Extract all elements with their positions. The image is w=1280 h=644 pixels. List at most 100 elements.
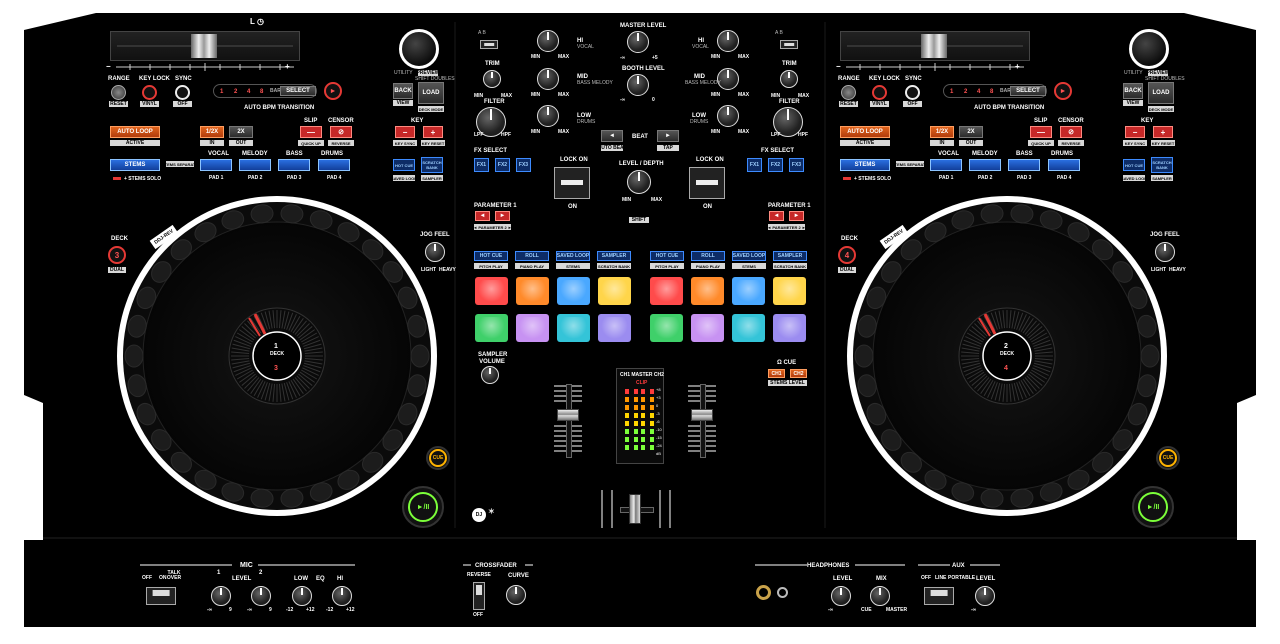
mode-saved-loop-right-button[interactable]: SAVED LOOP [732,251,766,261]
stem-vocal-button[interactable] [930,159,962,171]
fx3-right-button[interactable]: FX3 [789,158,804,172]
headphone-jack-large[interactable] [756,585,771,600]
tempo-slider[interactable] [921,34,947,58]
mic2-level-knob[interactable] [251,586,271,606]
beat-left-button[interactable]: ◄ [601,130,623,142]
performance-pad-16[interactable] [773,314,806,342]
stem-drums-button[interactable] [1048,159,1080,171]
mic-eq-hi-knob[interactable] [332,586,352,606]
shift-button[interactable]: SHIFT [629,217,649,223]
tempo-slider[interactable] [191,34,217,58]
lock-on-right-button[interactable] [689,167,725,199]
censor-button[interactable]: ⊘ [1060,126,1082,138]
back-button[interactable]: BACK [393,83,413,99]
param-left-plus-button[interactable]: ► [495,211,510,221]
ch2-mid-knob[interactable] [717,68,739,90]
cue-button[interactable]: CUE [429,449,447,467]
ch2-input-switch[interactable] [780,40,798,49]
scratch-bank-button[interactable]: SCRATCH BANK [1151,157,1173,173]
beat-num-1[interactable]: 1 [220,89,223,95]
beat-num-8[interactable]: 8 [990,89,993,95]
performance-pad-1[interactable] [475,277,508,305]
mode-sampler-left-button[interactable]: SAMPLER [597,251,631,261]
loop-double-button[interactable]: 2X [959,126,983,138]
beat-num-2[interactable]: 2 [234,89,237,95]
stem-drums-button[interactable] [318,159,350,171]
auto-loop-button[interactable]: AUTO LOOP [840,126,890,138]
key-lock-button[interactable] [872,85,887,100]
mode-roll-right-button[interactable]: ROLL [691,251,725,261]
hot-cue-side-button[interactable]: HOT CUE [1123,159,1145,171]
cf-curve-knob[interactable] [506,585,526,605]
ch2-hi-knob[interactable] [717,30,739,52]
slip-button[interactable]: — [1030,126,1052,138]
ch1-input-switch[interactable] [480,40,498,49]
mode-saved-loop-left-button[interactable]: SAVED LOOP [556,251,590,261]
range-button[interactable] [841,85,856,100]
aux-level-knob[interactable] [975,586,995,606]
master-level-knob[interactable] [627,31,649,53]
stems-button[interactable]: STEMS [110,159,160,171]
sync-button[interactable] [905,85,920,100]
performance-pad-2[interactable] [516,277,549,305]
sync-button[interactable] [175,85,190,100]
cue-ch2-button[interactable]: CH2 [790,369,807,378]
stem-bass-button[interactable] [278,159,310,171]
key-plus-button[interactable]: + [423,126,443,138]
back-button[interactable]: BACK [1123,83,1143,99]
fx3-left-button[interactable]: FX3 [516,158,531,172]
range-button[interactable] [111,85,126,100]
fx2-right-button[interactable]: FX2 [768,158,783,172]
fx2-left-button[interactable]: FX2 [495,158,510,172]
stem-vocal-button[interactable] [200,159,232,171]
cue-ch1-button[interactable]: CH1 [768,369,785,378]
auto-bpm-button[interactable]: ► [1054,82,1072,100]
stem-melody-button[interactable] [239,159,271,171]
beat-num-8[interactable]: 8 [260,89,263,95]
fx1-right-button[interactable]: FX1 [747,158,762,172]
stem-melody-button[interactable] [969,159,1001,171]
ch1-mid-knob[interactable] [537,68,559,90]
performance-pad-12[interactable] [598,314,631,342]
ch1-fader[interactable] [557,409,579,421]
key-minus-button[interactable]: − [1125,126,1145,138]
performance-pad-6[interactable] [691,277,724,305]
performance-pad-4[interactable] [598,277,631,305]
mic1-level-knob[interactable] [211,586,231,606]
aux-input-switch[interactable] [924,587,954,605]
play-pause-button[interactable]: ►/II [1138,492,1168,522]
lock-on-left-button[interactable] [554,167,590,199]
censor-button[interactable]: ⊘ [330,126,352,138]
browse-encoder[interactable] [399,29,439,69]
beat-right-button[interactable]: ► [657,130,679,142]
performance-pad-5[interactable] [650,277,683,305]
key-lock-button[interactable] [142,85,157,100]
loop-double-button[interactable]: 2X [229,126,253,138]
crossfader[interactable] [629,494,641,524]
scratch-bank-button[interactable]: SCRATCH BANK [421,157,443,173]
mode-sampler-right-button[interactable]: SAMPLER [773,251,807,261]
performance-pad-11[interactable] [557,314,590,342]
performance-pad-10[interactable] [516,314,549,342]
level-depth-knob[interactable] [627,170,651,194]
play-pause-button[interactable]: ►/II [408,492,438,522]
booth-level-knob[interactable] [627,74,649,96]
auto-bpm-button[interactable]: ► [324,82,342,100]
auto-loop-button[interactable]: AUTO LOOP [110,126,160,138]
key-plus-button[interactable]: + [1153,126,1173,138]
sampler-volume-knob[interactable] [481,366,499,384]
cf-reverse-switch[interactable] [473,582,485,610]
beat-num-2[interactable]: 2 [964,89,967,95]
slip-button[interactable]: — [300,126,322,138]
hot-cue-side-button[interactable]: HOT CUE [393,159,415,171]
mode-hot-cue-right-button[interactable]: HOT CUE [650,251,684,261]
mode-roll-left-button[interactable]: ROLL [515,251,549,261]
mic-mode-switch[interactable] [146,587,176,605]
mode-hot-cue-left-button[interactable]: HOT CUE [474,251,508,261]
performance-pad-3[interactable] [557,277,590,305]
stems-button[interactable]: STEMS [840,159,890,171]
performance-pad-7[interactable] [732,277,765,305]
performance-pad-15[interactable] [732,314,765,342]
performance-pad-13[interactable] [650,314,683,342]
mic-eq-low-knob[interactable] [292,586,312,606]
